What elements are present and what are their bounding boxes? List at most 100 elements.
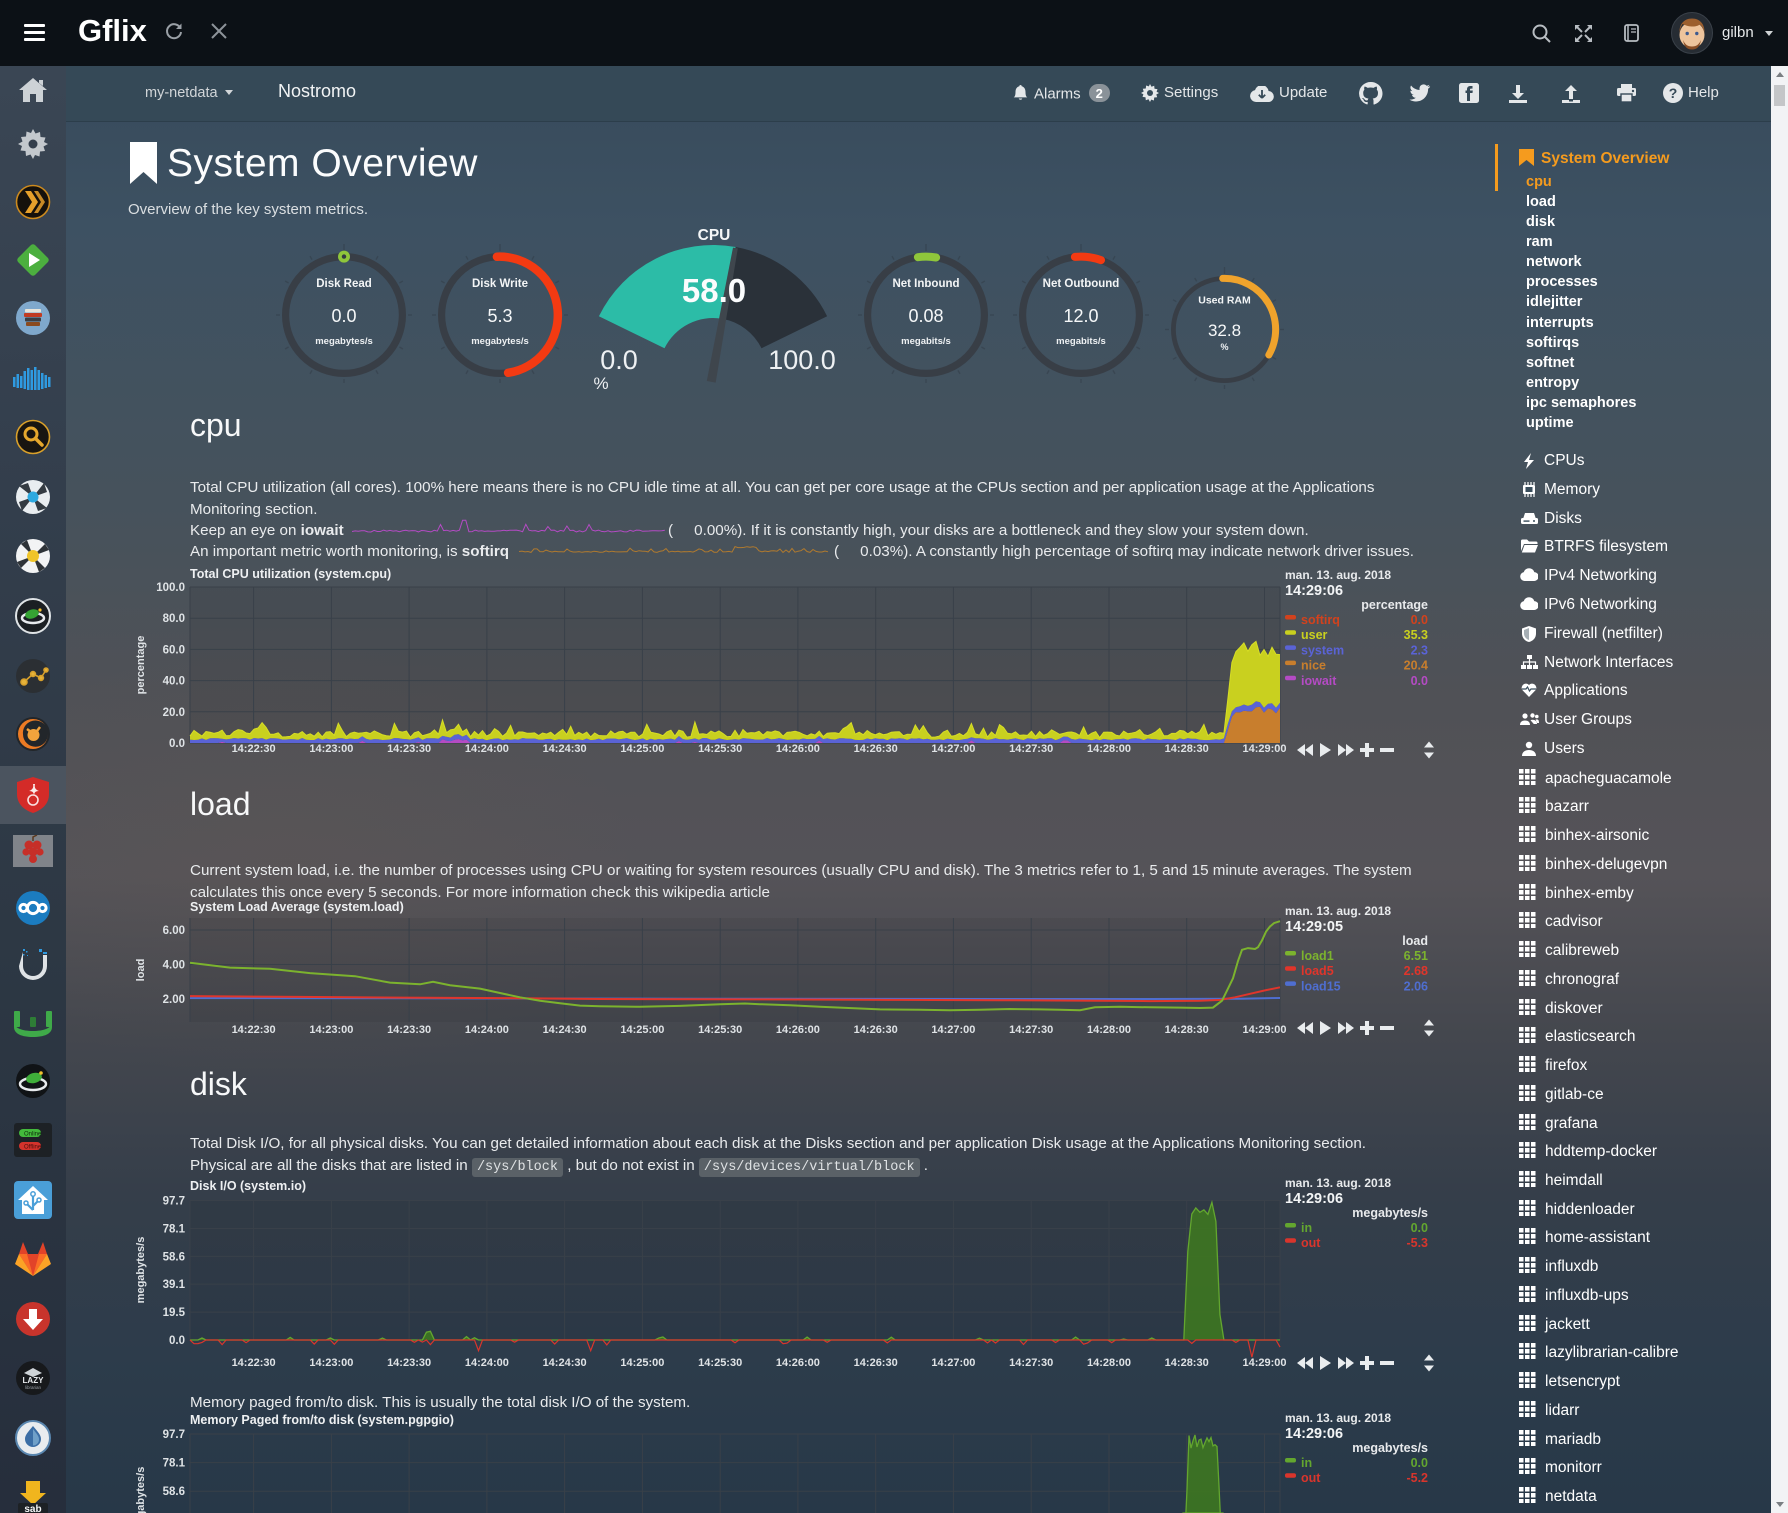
svg-text:58.6: 58.6 — [163, 1486, 185, 1498]
svg-text:5.3: 5.3 — [487, 306, 512, 326]
svg-text:LAZY: LAZY — [23, 1376, 45, 1385]
svg-text:megabytes/s: megabytes/s — [315, 336, 373, 347]
svg-text:14:28:00: 14:28:00 — [1087, 1024, 1131, 1036]
svg-text:0.0: 0.0 — [1411, 613, 1428, 627]
svg-text:14:29:06: 14:29:06 — [1285, 583, 1343, 599]
svg-text:0.0: 0.0 — [600, 345, 638, 375]
svg-text:58.6: 58.6 — [163, 1251, 185, 1263]
svg-text:man. 13. aug. 2018: man. 13. aug. 2018 — [1285, 568, 1391, 582]
svg-text:14:22:30: 14:22:30 — [232, 1357, 276, 1369]
svg-text:14:29:00: 14:29:00 — [1242, 743, 1286, 755]
svg-text:megabits/s: megabits/s — [1056, 336, 1106, 347]
svg-text:14:27:30: 14:27:30 — [1009, 743, 1053, 755]
svg-text:system: system — [1301, 643, 1344, 657]
svg-text:14:24:30: 14:24:30 — [543, 1357, 587, 1369]
svg-text:Net Outbound: Net Outbound — [1043, 278, 1120, 290]
svg-text:14:24:00: 14:24:00 — [465, 1357, 509, 1369]
svg-text:Disk Write: Disk Write — [472, 278, 528, 290]
svg-text:Disk Read: Disk Read — [316, 278, 372, 290]
svg-text:14:24:30: 14:24:30 — [543, 1024, 587, 1036]
svg-text:19.5: 19.5 — [163, 1307, 186, 1319]
svg-text:0.0: 0.0 — [1411, 1221, 1428, 1235]
svg-text:softirq: softirq — [1301, 613, 1340, 627]
svg-text:man. 13. aug. 2018: man. 13. aug. 2018 — [1285, 904, 1391, 918]
svg-text:14:26:30: 14:26:30 — [854, 1024, 898, 1036]
svg-text:load: load — [135, 959, 147, 982]
svg-text:0.0: 0.0 — [169, 1335, 185, 1347]
svg-text:2.3: 2.3 — [1411, 643, 1428, 657]
svg-text:14:26:30: 14:26:30 — [854, 743, 898, 755]
svg-text:megabytes/s: megabytes/s — [1352, 1206, 1428, 1220]
svg-text:14:23:00: 14:23:00 — [309, 1024, 353, 1036]
svg-text:14:27:30: 14:27:30 — [1009, 1024, 1053, 1036]
svg-text:14:29:00: 14:29:00 — [1242, 1024, 1286, 1036]
svg-text:megabits/s: megabits/s — [901, 336, 951, 347]
svg-text:14:26:30: 14:26:30 — [854, 1357, 898, 1369]
svg-text:load1: load1 — [1301, 949, 1334, 963]
svg-text:35.3: 35.3 — [1404, 628, 1428, 642]
svg-text:14:26:00: 14:26:00 — [776, 743, 820, 755]
svg-text:0.0: 0.0 — [1411, 674, 1428, 688]
svg-text:14:27:30: 14:27:30 — [1009, 1357, 1053, 1369]
svg-text:58.0: 58.0 — [682, 272, 746, 309]
svg-text:load: load — [1402, 934, 1428, 948]
svg-text:14:27:00: 14:27:00 — [931, 743, 975, 755]
svg-text:14:25:00: 14:25:00 — [620, 1357, 664, 1369]
svg-text:2.68: 2.68 — [1404, 964, 1428, 978]
svg-text:14:25:00: 14:25:00 — [620, 743, 664, 755]
svg-text:Online: Online — [24, 1132, 42, 1138]
svg-text:man. 13. aug. 2018: man. 13. aug. 2018 — [1285, 1412, 1391, 1425]
svg-text:14:23:00: 14:23:00 — [309, 743, 353, 755]
svg-text:librarian: librarian — [25, 1385, 42, 1390]
svg-text:14:29:05: 14:29:05 — [1285, 919, 1343, 935]
svg-text:14:25:00: 14:25:00 — [620, 1024, 664, 1036]
svg-text:load15: load15 — [1301, 979, 1341, 993]
svg-text:user: user — [1301, 628, 1328, 642]
svg-text:megabytes/s: megabytes/s — [1352, 1441, 1428, 1455]
svg-text:40.0: 40.0 — [163, 676, 185, 688]
svg-text:megabytes/s: megabytes/s — [135, 1237, 147, 1304]
svg-text:60.0: 60.0 — [163, 644, 185, 656]
svg-text:97.7: 97.7 — [163, 1196, 185, 1208]
svg-text:78.1: 78.1 — [163, 1223, 186, 1235]
svg-text:out: out — [1301, 1236, 1321, 1250]
svg-text:Disk I/O (system.io): Disk I/O (system.io) — [190, 1179, 306, 1193]
svg-text:-5.3: -5.3 — [1406, 1236, 1428, 1250]
svg-text:percentage: percentage — [135, 636, 147, 695]
svg-text:20.4: 20.4 — [1404, 659, 1428, 673]
svg-text:out: out — [1301, 1471, 1321, 1485]
svg-text:-5.2: -5.2 — [1406, 1471, 1428, 1485]
svg-text:0.0: 0.0 — [331, 306, 356, 326]
svg-text:14:23:00: 14:23:00 — [309, 1357, 353, 1369]
svg-text:39.1: 39.1 — [163, 1279, 186, 1291]
svg-text:14:25:30: 14:25:30 — [698, 1357, 742, 1369]
svg-text:0.0: 0.0 — [1411, 1456, 1428, 1470]
svg-text:14:29:06: 14:29:06 — [1285, 1426, 1343, 1442]
svg-text:System Load Average (system.lo: System Load Average (system.load) — [190, 900, 404, 914]
svg-text:megabytes/s: megabytes/s — [471, 336, 529, 347]
svg-text:12.0: 12.0 — [1063, 306, 1098, 326]
svg-text:20.0: 20.0 — [163, 707, 185, 719]
svg-text:14:22:30: 14:22:30 — [232, 743, 276, 755]
svg-text:14:28:30: 14:28:30 — [1165, 1357, 1209, 1369]
svg-text:97.7: 97.7 — [163, 1429, 185, 1441]
svg-text:6.00: 6.00 — [163, 925, 185, 937]
svg-text:14:26:00: 14:26:00 — [776, 1357, 820, 1369]
svg-text:14:28:00: 14:28:00 — [1087, 1357, 1131, 1369]
svg-text:14:22:30: 14:22:30 — [232, 1024, 276, 1036]
svg-text:iowait: iowait — [1301, 674, 1337, 688]
svg-text:Total CPU utilization (system.: Total CPU utilization (system.cpu) — [190, 567, 391, 581]
svg-text:78.1: 78.1 — [163, 1458, 186, 1470]
svg-text:%: % — [1220, 342, 1228, 352]
svg-text:percentage: percentage — [1361, 598, 1428, 612]
svg-text:%: % — [593, 374, 608, 393]
svg-text:2.00: 2.00 — [163, 994, 185, 1006]
svg-text:14:27:00: 14:27:00 — [931, 1024, 975, 1036]
svg-text:32.8: 32.8 — [1207, 321, 1240, 340]
svg-text:Used RAM: Used RAM — [1198, 294, 1251, 306]
svg-text:14:24:00: 14:24:00 — [465, 1024, 509, 1036]
svg-text:14:29:00: 14:29:00 — [1242, 1357, 1286, 1369]
svg-text:14:24:30: 14:24:30 — [543, 743, 587, 755]
svg-text:megabytes/s: megabytes/s — [135, 1467, 147, 1513]
svg-text:14:23:30: 14:23:30 — [387, 1357, 431, 1369]
